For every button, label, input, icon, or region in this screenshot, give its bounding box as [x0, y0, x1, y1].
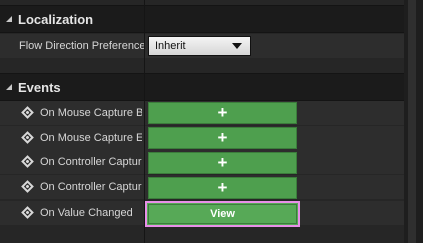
localization-header-label: Localization	[18, 11, 94, 27]
event-label: On Mouse Capture End	[40, 132, 142, 144]
event-label: On Mouse Capture Begin	[40, 107, 142, 119]
collapse-triangle-icon[interactable]	[6, 16, 12, 22]
add-event-button[interactable]: +	[148, 177, 297, 199]
events-header-label: Events	[18, 79, 61, 95]
view-button-label: View	[210, 208, 235, 220]
chevron-down-icon	[232, 43, 242, 49]
events-section-header[interactable]: Events	[0, 73, 404, 101]
event-label: On Value Changed	[40, 207, 133, 219]
scrollbar-thumb[interactable]	[408, 0, 416, 243]
column-divider[interactable]	[144, 0, 145, 243]
event-label: On Controller Capture End	[40, 181, 142, 193]
add-event-button[interactable]: +	[148, 127, 297, 149]
flow-direction-label: Flow Direction Preference	[19, 40, 145, 52]
plus-icon: +	[217, 103, 228, 122]
localization-section-header[interactable]: Localization	[0, 5, 404, 33]
view-event-button[interactable]: View	[145, 201, 300, 227]
add-event-button[interactable]: +	[148, 152, 297, 174]
flow-direction-value: Inherit	[155, 40, 186, 52]
event-label: On Controller Capture Begin	[40, 156, 142, 168]
event-diamond-icon	[21, 206, 34, 219]
event-diamond-icon	[21, 180, 34, 193]
plus-icon: +	[217, 178, 228, 197]
plus-icon: +	[217, 128, 228, 147]
event-diamond-icon	[21, 106, 34, 119]
flow-direction-dropdown[interactable]: Inherit	[148, 36, 251, 56]
event-diamond-icon	[21, 131, 34, 144]
collapse-triangle-icon[interactable]	[6, 84, 12, 90]
event-diamond-icon	[21, 155, 34, 168]
add-event-button[interactable]: +	[148, 102, 297, 124]
plus-icon: +	[217, 153, 228, 172]
